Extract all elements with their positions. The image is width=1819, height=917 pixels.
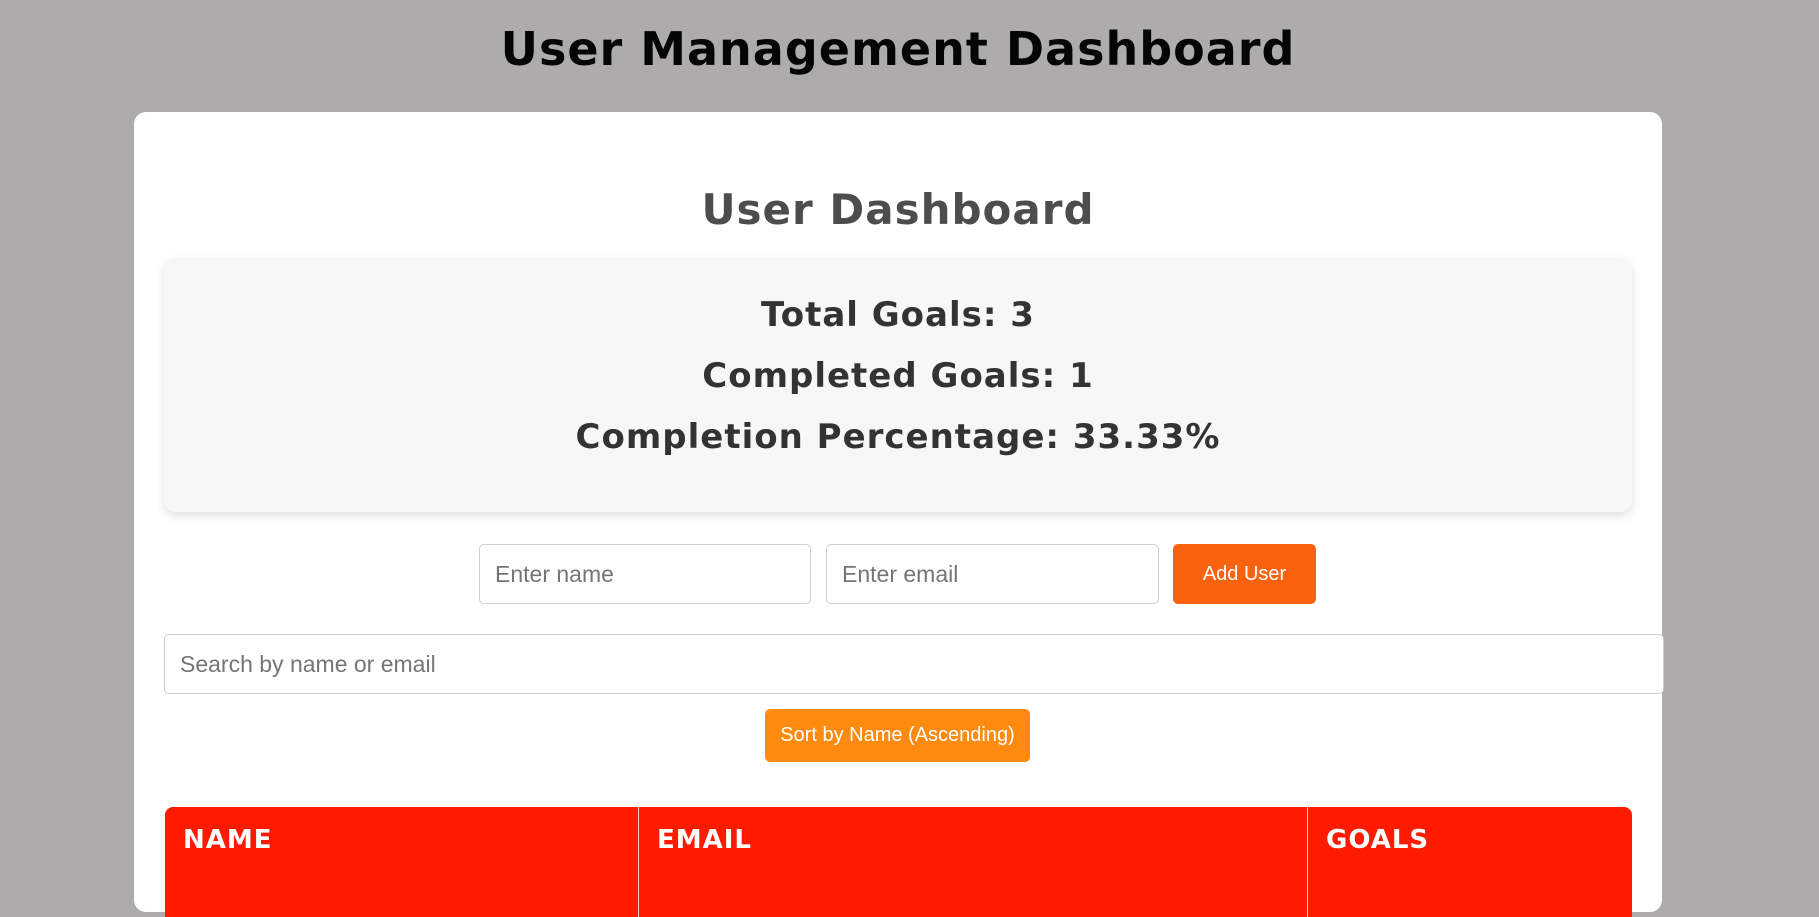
column-header-name[interactable]: Name (165, 807, 639, 917)
dashboard-card: User Dashboard Total Goals: 3 Completed … (134, 112, 1664, 917)
completed-goals-stat: Completed Goals: 1 (702, 356, 1094, 396)
email-input[interactable] (826, 544, 1159, 604)
add-user-button[interactable]: Add User (1173, 544, 1316, 604)
total-goals-stat: Total Goals: 3 (761, 295, 1035, 335)
search-input[interactable] (164, 634, 1664, 694)
column-header-goals[interactable]: Goals (1308, 807, 1632, 917)
stats-panel: Total Goals: 3 Completed Goals: 1 Comple… (164, 258, 1632, 512)
sort-by-name-button[interactable]: Sort by Name (Ascending) (765, 709, 1030, 762)
app-title: User Management Dashboard (500, 22, 1296, 76)
dashboard-title: User Dashboard (701, 185, 1095, 234)
column-header-email[interactable]: Email (639, 807, 1308, 917)
name-input[interactable] (479, 544, 811, 604)
users-table-header: Name Email Goals (165, 807, 1632, 917)
completion-percentage-stat: Completion Percentage: 33.33% (575, 417, 1221, 457)
